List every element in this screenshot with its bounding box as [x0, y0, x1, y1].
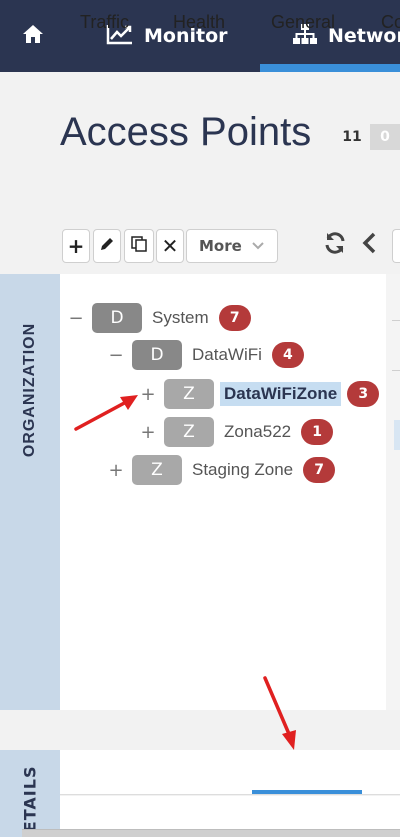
- refresh-icon: [323, 231, 347, 259]
- tree-node-zona522[interactable]: + Z Zona522 1: [140, 417, 334, 447]
- tree-node-datawifi[interactable]: − D DataWiFi 4: [108, 340, 304, 370]
- active-tab-indicator: [252, 790, 362, 794]
- ap-count-badge: 3: [347, 381, 380, 407]
- home-icon: [21, 23, 45, 50]
- tree-node-system[interactable]: − D System 7: [68, 303, 251, 333]
- collapse-toggle[interactable]: −: [68, 308, 84, 329]
- chevron-left-icon: [360, 231, 378, 259]
- ap-count-secondary: 0: [370, 124, 400, 150]
- zone-badge: Z: [132, 455, 182, 485]
- add-button[interactable]: +: [62, 229, 90, 263]
- more-dropdown[interactable]: More: [186, 229, 278, 263]
- page-root: Monitor Network Access Points 11 0 + ✕ M…: [0, 0, 400, 837]
- tab-next-truncated[interactable]: Co: [381, 0, 400, 45]
- chevron-down-icon: [251, 237, 265, 255]
- refresh-button[interactable]: [322, 232, 348, 258]
- tab-health[interactable]: Health: [173, 0, 225, 45]
- list-divider: [392, 320, 400, 321]
- nav-home-button[interactable]: [18, 0, 48, 72]
- tree-node-label-selected[interactable]: DataWiFiZone: [220, 382, 342, 406]
- pencil-icon: [99, 236, 115, 256]
- ap-count-badge: 7: [218, 305, 251, 331]
- details-label: DETAILS: [20, 765, 40, 837]
- ap-count-total: 11: [342, 129, 362, 145]
- organization-label: ORGANIZATION: [21, 322, 38, 458]
- zone-badge: Z: [164, 379, 214, 409]
- edit-button[interactable]: [93, 229, 121, 263]
- zone-badge: Z: [164, 417, 214, 447]
- nav-active-indicator: [260, 64, 400, 72]
- tab-traffic[interactable]: Traffic: [80, 0, 129, 45]
- more-label: More: [199, 237, 242, 255]
- tree-node-datawifizone[interactable]: + Z DataWiFiZone 3: [140, 379, 380, 409]
- page-title: Access Points: [60, 110, 312, 154]
- ap-count-badge: 4: [271, 342, 304, 368]
- toolbar-search-edge[interactable]: [392, 229, 400, 263]
- copy-icon: [130, 235, 148, 257]
- list-row-highlight: [394, 420, 400, 450]
- collapse-toggle[interactable]: −: [108, 345, 124, 366]
- expand-toggle[interactable]: +: [108, 460, 124, 481]
- tree-node-staging-zone[interactable]: + Z Staging Zone 7: [108, 455, 336, 485]
- list-divider: [392, 370, 400, 371]
- tree-node-label[interactable]: Staging Zone: [188, 458, 297, 482]
- tree-node-label[interactable]: DataWiFi: [188, 343, 266, 367]
- tree-node-label[interactable]: System: [148, 306, 213, 330]
- expand-toggle[interactable]: +: [140, 422, 156, 443]
- list-panel-edge: [386, 274, 400, 710]
- horizontal-scrollbar[interactable]: [22, 829, 400, 837]
- copy-button[interactable]: [124, 229, 154, 263]
- details-tab-bar: [60, 750, 400, 795]
- domain-badge: D: [92, 303, 142, 333]
- collapse-left-button[interactable]: [356, 232, 382, 258]
- tab-general[interactable]: General: [271, 0, 335, 45]
- domain-badge: D: [132, 340, 182, 370]
- panel-gap: [0, 710, 400, 750]
- tree-node-label[interactable]: Zona522: [220, 420, 295, 444]
- expand-toggle[interactable]: +: [140, 384, 156, 405]
- ap-count-badge: 7: [303, 457, 336, 483]
- ap-count-badge: 1: [301, 419, 334, 445]
- delete-button[interactable]: ✕: [156, 229, 184, 263]
